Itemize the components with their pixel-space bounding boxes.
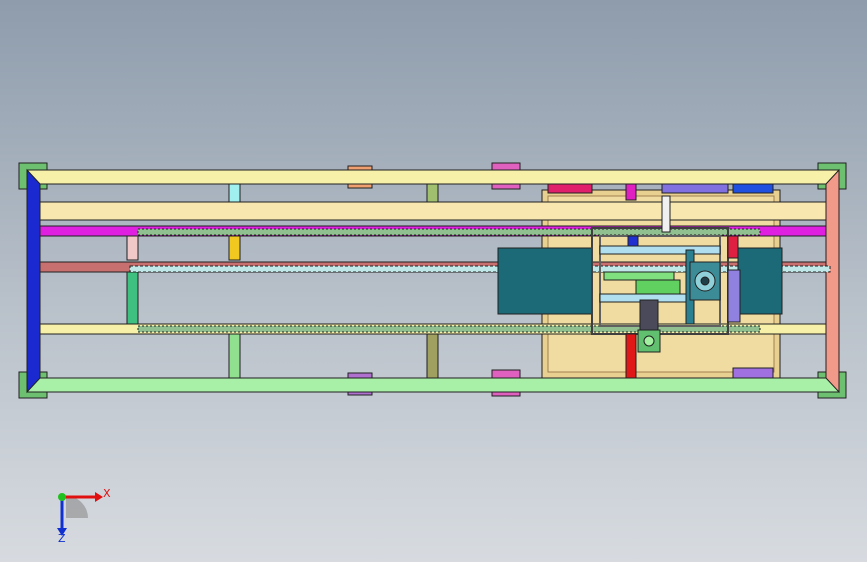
post-2 [228,235,241,261]
carriage-bar-3 [603,271,675,281]
rail-bottom-green [26,377,840,393]
post-8 [625,183,637,201]
center-post-white [661,195,671,233]
drive-block-right [737,247,783,315]
center-post-blue [627,235,639,247]
post-1 [228,183,241,203]
triad-x-arrow [95,492,103,502]
frame-left-blue [26,168,41,394]
triad-y-origin [58,493,66,501]
post-6 [126,235,139,261]
rail-top-outer [26,169,840,185]
drive-block-left [497,247,593,315]
rail-top-wide [35,201,832,221]
linear-guide-mid [129,265,831,273]
carriage-plate-green [635,279,681,295]
carriage-bar-1 [599,245,721,255]
motor-coupling-bolt [643,335,655,347]
motor-cylinder [639,299,659,331]
post-5 [426,333,439,379]
triad-shadow [66,496,88,518]
orientation-triad: X Z [57,487,111,545]
right-post-red [727,235,739,259]
shaft-red [625,333,637,379]
gearbox-hub [700,276,710,286]
triad-x-label: X [103,487,111,500]
post-3 [228,333,241,379]
post-7 [126,271,139,325]
frame-right-salmon [825,168,840,394]
bottom-block-purple [732,367,774,379]
machine-assembly [18,162,847,399]
post-4 [426,183,439,203]
triad-z-label: Z [58,532,66,545]
carriage-side-violet [727,269,741,323]
cad-viewport[interactable]: X Z [0,0,867,562]
